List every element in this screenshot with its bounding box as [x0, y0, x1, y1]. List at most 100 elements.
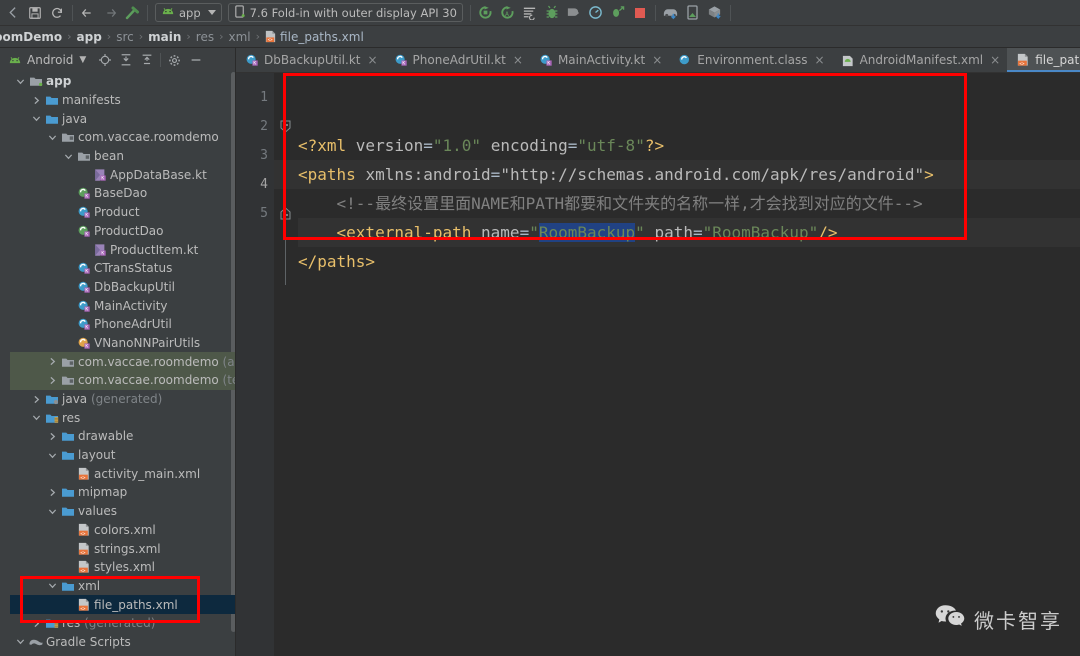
breadcrumb-item-res[interactable]: res: [193, 30, 217, 44]
run-with-coverage-icon[interactable]: A: [497, 2, 519, 24]
arrow-left-icon[interactable]: [77, 2, 99, 24]
tree-row-file-paths-xml[interactable]: <> file_paths.xml: [10, 595, 236, 614]
select-opened-file-icon[interactable]: [94, 50, 115, 70]
tree-row-res[interactable]: res (generated): [10, 614, 236, 633]
tree-row-dbbackuputil[interactable]: K DbBackupUtil: [10, 278, 236, 297]
tree-row-ctransstatus[interactable]: K CTransStatus: [10, 259, 236, 278]
settings-gear-icon[interactable]: [164, 50, 185, 70]
device-manager-icon[interactable]: [682, 2, 704, 24]
code-content[interactable]: <?xml version="1.0" encoding="utf-8"?> <p…: [298, 73, 1080, 656]
code-line-4[interactable]: <external-path name="RoomBackup" path="R…: [298, 218, 1080, 247]
arrow-right-icon[interactable]: [99, 2, 121, 24]
fold-marker-close-icon[interactable]: [280, 199, 291, 228]
tree-row-productdao[interactable]: K ProductDao: [10, 222, 236, 241]
tree-row-com-vaccae-roomdemo[interactable]: com.vaccae.roomdemo (andr: [10, 352, 236, 371]
tab-mainactivity-kt[interactable]: K MainActivity.kt ×: [530, 48, 669, 72]
chevron-down-icon[interactable]: [46, 581, 59, 590]
chevron-down-icon[interactable]: [62, 152, 75, 161]
chevron-right-icon[interactable]: [46, 488, 59, 497]
tree-row-res[interactable]: res: [10, 408, 236, 427]
tree-row-basedao[interactable]: K BaseDao: [10, 184, 236, 203]
logcat-icon[interactable]: [519, 2, 541, 24]
tree-row-strings-xml[interactable]: <> strings.xml: [10, 539, 236, 558]
tree-row-gradle-scripts[interactable]: Gradle Scripts: [10, 633, 236, 652]
sdk-manager-icon[interactable]: [704, 2, 726, 24]
tree-row-values[interactable]: values: [10, 502, 236, 521]
tree-row-productitem-kt[interactable]: K ProductItem.kt: [10, 240, 236, 259]
profiler-icon[interactable]: [585, 2, 607, 24]
tree-row-colors-xml[interactable]: <> colors.xml: [10, 521, 236, 540]
chevron-right-icon[interactable]: [30, 619, 43, 628]
expand-all-icon[interactable]: [115, 50, 136, 70]
chevron-down-icon[interactable]: [46, 451, 59, 460]
stop-icon[interactable]: [629, 2, 651, 24]
breadcrumb-item-src[interactable]: src: [113, 30, 137, 44]
tree-row-manifests[interactable]: manifests: [10, 91, 236, 110]
editor-gutter[interactable]: 1 2 3 4 5: [236, 73, 274, 656]
tree-row-mainactivity[interactable]: K MainActivity: [10, 296, 236, 315]
close-icon[interactable]: ×: [815, 54, 825, 66]
device-selector[interactable]: 7.6 Fold-in with outer display API 30: [227, 3, 463, 22]
chevron-down-icon[interactable]: ▼: [79, 55, 86, 65]
tree-row-bean[interactable]: bean: [10, 147, 236, 166]
chevron-right-icon[interactable]: [46, 376, 59, 385]
tree-row-com-vaccae-roomdemo[interactable]: com.vaccae.roomdemo: [10, 128, 236, 147]
tree-row-vnanonnpairutils[interactable]: K VNanoNNPairUtils: [10, 334, 236, 353]
code-editor[interactable]: 1 2 3 4 5 <?xml version="1.0" encoding="…: [236, 73, 1080, 656]
chevron-down-icon[interactable]: [30, 413, 43, 422]
chevron-right-icon[interactable]: [30, 96, 43, 105]
chevron-down-icon[interactable]: [30, 114, 43, 123]
chevron-right-icon[interactable]: [46, 432, 59, 441]
breadcrumb-item-file[interactable]: file_paths.xml: [277, 30, 367, 44]
chevron-right-icon[interactable]: [30, 395, 43, 404]
tab-dbbackuputil-kt[interactable]: K DbBackupUtil.kt ×: [236, 48, 385, 72]
tree-row-activity-main-xml[interactable]: <> activity_main.xml: [10, 464, 236, 483]
code-line-2[interactable]: <paths xmlns:android="http://schemas.and…: [298, 160, 1080, 189]
save-icon[interactable]: [24, 2, 46, 24]
tree-row-mipmap[interactable]: mipmap: [10, 483, 236, 502]
project-tree[interactable]: app manifests java com.vaccae.roomdemo bean K…: [10, 72, 236, 656]
code-line-1[interactable]: <?xml version="1.0" encoding="utf-8"?>: [298, 131, 1080, 160]
tree-row-drawable[interactable]: drawable: [10, 427, 236, 446]
tree-row-styles-xml[interactable]: <> styles.xml: [10, 558, 236, 577]
chevron-down-icon[interactable]: [14, 77, 27, 86]
close-icon[interactable]: ×: [513, 54, 523, 66]
hide-panel-icon[interactable]: [185, 50, 206, 70]
apply-changes-icon[interactable]: [607, 2, 629, 24]
breadcrumb-item-main[interactable]: main: [145, 30, 184, 44]
build-hammer-icon[interactable]: [121, 2, 143, 24]
chevron-down-icon[interactable]: [14, 637, 27, 646]
breadcrumb-item-project[interactable]: RoomDemo: [0, 30, 65, 44]
module-selector[interactable]: app: [155, 3, 222, 22]
debug-icon[interactable]: [541, 2, 563, 24]
tree-row-phoneadrutil[interactable]: K PhoneAdrUtil: [10, 315, 236, 334]
sync-icon[interactable]: [46, 2, 68, 24]
chevron-down-icon[interactable]: [46, 507, 59, 516]
fold-marker-open-icon[interactable]: [280, 112, 291, 141]
tree-row-java[interactable]: java (generated): [10, 390, 236, 409]
code-line-3[interactable]: <!--最终设置里面NAME和PATH都要和文件夹的名称一样,才会找到对应的文件…: [298, 189, 1080, 218]
collapse-all-icon[interactable]: [136, 50, 157, 70]
close-icon[interactable]: ×: [652, 54, 662, 66]
close-icon[interactable]: ×: [990, 54, 1000, 66]
breadcrumb-item-xml[interactable]: xml: [226, 30, 254, 44]
breadcrumb-item-app[interactable]: app: [74, 30, 105, 44]
avd-manager-icon[interactable]: [660, 2, 682, 24]
attach-debugger-icon[interactable]: [563, 2, 585, 24]
close-icon[interactable]: ×: [367, 54, 377, 66]
run-icon[interactable]: [475, 2, 497, 24]
tab-environment-class[interactable]: Environment.class ×: [669, 48, 831, 72]
code-line-5[interactable]: </paths>: [298, 247, 1080, 276]
tree-row-xml[interactable]: xml: [10, 577, 236, 596]
tree-row-java[interactable]: java: [10, 109, 236, 128]
tree-row-layout[interactable]: layout: [10, 446, 236, 465]
tree-row-app[interactable]: app: [10, 72, 236, 91]
tab-androidmanifest-xml[interactable]: AndroidManifest.xml ×: [832, 48, 1008, 72]
tab-phoneadrutil-kt[interactable]: K PhoneAdrUtil.kt ×: [385, 48, 530, 72]
tab-file-paths-xml[interactable]: <>file_paths.xml×: [1007, 48, 1080, 72]
chevron-down-icon[interactable]: [46, 133, 59, 142]
chevron-right-icon[interactable]: [46, 357, 59, 366]
tree-row-product[interactable]: K Product: [10, 203, 236, 222]
tree-row-appdatabase-kt[interactable]: K AppDataBase.kt: [10, 165, 236, 184]
back-nav-icon[interactable]: [2, 2, 24, 24]
